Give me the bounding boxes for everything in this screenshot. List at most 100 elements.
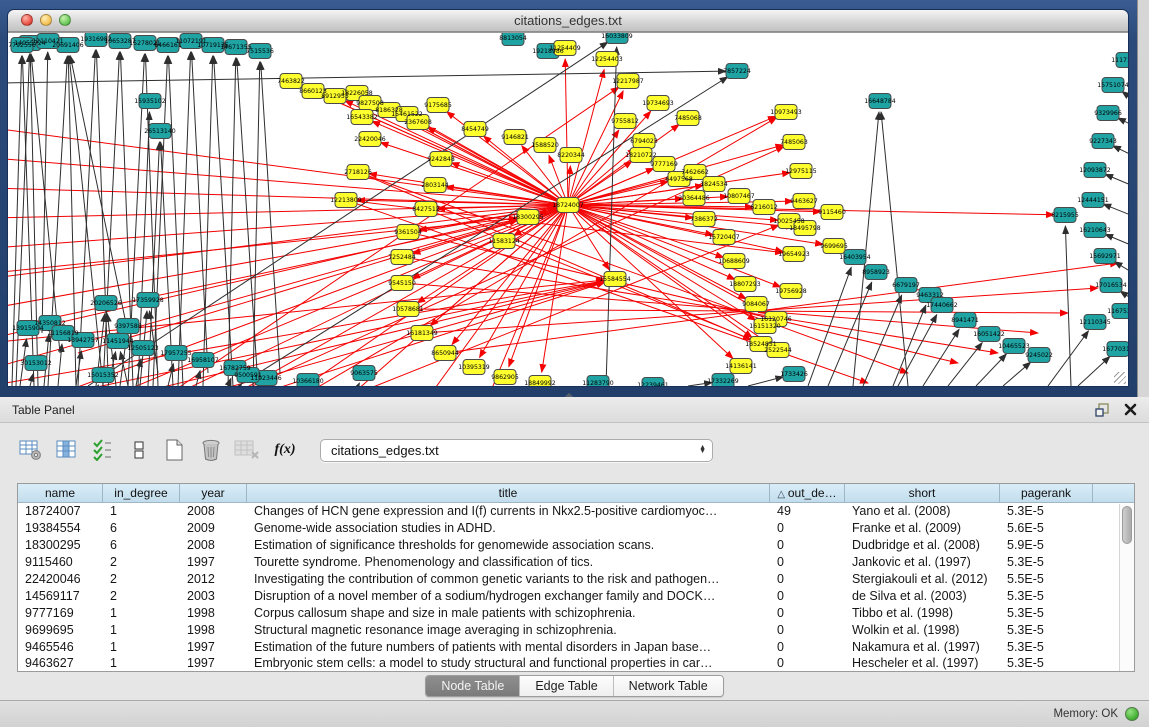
graph-edge[interactable] bbox=[31, 54, 60, 353]
graph-edge[interactable] bbox=[748, 377, 783, 386]
graph-edge[interactable] bbox=[12, 56, 22, 386]
column-header-title[interactable]: title bbox=[247, 484, 770, 502]
graph-edge[interactable] bbox=[1103, 204, 1128, 218]
cell-pagerank: 5.6E-5 bbox=[1000, 521, 1093, 535]
graph-edge[interactable] bbox=[1113, 146, 1128, 158]
new-table-icon[interactable] bbox=[160, 437, 190, 463]
cell-name: 9777169 bbox=[18, 606, 103, 620]
graph-edge[interactable] bbox=[30, 54, 38, 386]
graph-edge[interactable] bbox=[8, 188, 568, 205]
graph-edge[interactable] bbox=[8, 158, 568, 205]
graph-edge[interactable] bbox=[237, 58, 258, 386]
graph-edge[interactable] bbox=[1105, 174, 1128, 188]
network-canvas[interactable]: 1405572420691406193169821065328715278021… bbox=[8, 32, 1128, 386]
memory-status-indicator[interactable] bbox=[1125, 707, 1139, 721]
table-row[interactable]: 1938455462009Genome-wide association stu… bbox=[18, 520, 1134, 537]
table-row[interactable]: 1872400712008Changes of HCN gene express… bbox=[18, 503, 1134, 520]
graph-edge[interactable] bbox=[808, 267, 851, 386]
tab-node-table[interactable]: Node Table bbox=[426, 676, 519, 696]
column-header-in_degree[interactable]: in_degree bbox=[103, 484, 180, 502]
graph-edge[interactable] bbox=[214, 56, 233, 386]
graph-edge[interactable] bbox=[1048, 331, 1088, 386]
table-row[interactable]: 969969511998Structural magnetic resonanc… bbox=[18, 621, 1134, 638]
row-height-icon[interactable] bbox=[124, 437, 154, 463]
table-settings-icon[interactable] bbox=[16, 437, 46, 463]
delete-column-icon[interactable] bbox=[196, 437, 226, 463]
graph-edge[interactable] bbox=[976, 354, 1006, 386]
table-row[interactable]: 946554611997Estimation of the future num… bbox=[18, 638, 1134, 655]
column-header-short[interactable]: short bbox=[845, 484, 1000, 502]
graph-edge[interactable] bbox=[358, 383, 359, 386]
cell-short: Tibbo et al. (1998) bbox=[845, 606, 1000, 620]
graph-edge[interactable] bbox=[30, 374, 33, 386]
graph-edge[interactable] bbox=[203, 56, 213, 386]
graph-edge[interactable] bbox=[70, 56, 128, 333]
graph-edge[interactable] bbox=[261, 62, 280, 373]
graph-edge[interactable] bbox=[1122, 91, 1128, 103]
resize-grip[interactable] bbox=[1114, 372, 1126, 384]
graph-edge[interactable] bbox=[893, 305, 926, 386]
graph-node-label: 18849992 bbox=[524, 380, 556, 386]
table-row[interactable]: 977716911998Corpus callosum shape and si… bbox=[18, 604, 1134, 621]
graph-edge[interactable] bbox=[863, 295, 902, 386]
table-row[interactable]: 1456911722003Disruption of a novel membe… bbox=[18, 587, 1134, 604]
graph-edge[interactable] bbox=[42, 52, 48, 333]
column-header-name[interactable]: name bbox=[18, 484, 103, 502]
graph-edge[interactable] bbox=[48, 205, 568, 386]
graph-edge[interactable] bbox=[1003, 362, 1031, 386]
close-icon[interactable] bbox=[1124, 403, 1137, 416]
graph-edge[interactable] bbox=[1118, 118, 1128, 128]
cell-pagerank: 5.3E-5 bbox=[1000, 623, 1093, 637]
graph-node-label: 7386372 bbox=[690, 216, 718, 223]
graph-edge[interactable] bbox=[178, 52, 191, 386]
vertical-scrollbar[interactable] bbox=[1119, 504, 1134, 671]
graph-edge[interactable] bbox=[192, 52, 208, 373]
network-window-titlebar[interactable]: citations_edges.txt bbox=[8, 10, 1128, 32]
cell-pagerank: 5.3E-5 bbox=[1000, 640, 1093, 654]
graph-node-label: 19654923 bbox=[778, 251, 810, 258]
column-header-out_de[interactable]: △ out_de… bbox=[770, 484, 845, 502]
graph-edge[interactable] bbox=[8, 205, 568, 338]
table-row[interactable]: 1830029562008Estimation of significance … bbox=[18, 537, 1134, 554]
graph-node-label: 9175685 bbox=[424, 102, 452, 109]
tab-network-table[interactable]: Network Table bbox=[613, 676, 723, 696]
graph-edge[interactable] bbox=[881, 112, 908, 386]
graph-edge[interactable] bbox=[853, 112, 879, 386]
graph-edge[interactable] bbox=[1120, 291, 1128, 303]
graph-node-label: 7462662 bbox=[681, 169, 709, 176]
graph-node-label: 8941471 bbox=[951, 317, 979, 324]
citation-network-graph[interactable]: 1405572420691406193169821065328715278021… bbox=[8, 33, 1128, 386]
graph-edge[interactable] bbox=[228, 58, 236, 386]
scrollbar-thumb[interactable] bbox=[1122, 506, 1132, 544]
graph-node-label: 18807293 bbox=[729, 281, 761, 288]
table-row[interactable]: 946362711997Embryonic stem cells: a mode… bbox=[18, 655, 1134, 672]
graph-edge[interactable] bbox=[278, 282, 605, 386]
graph-edge[interactable] bbox=[1105, 234, 1128, 248]
graph-node-label: 17359928 bbox=[132, 297, 164, 304]
column-header-pagerank[interactable]: pagerank bbox=[1000, 484, 1093, 502]
table-row[interactable]: 2242004622012Investigating the contribut… bbox=[18, 571, 1134, 588]
graph-edge[interactable] bbox=[253, 62, 260, 386]
function-builder-icon[interactable]: f(x) bbox=[268, 437, 302, 463]
graph-edge[interactable] bbox=[16, 54, 30, 386]
cell-year: 2009 bbox=[180, 521, 247, 535]
cell-name: 19384554 bbox=[18, 521, 103, 535]
graph-edge[interactable] bbox=[565, 59, 568, 205]
float-window-icon[interactable] bbox=[1095, 403, 1110, 417]
graph-edge[interactable] bbox=[923, 329, 959, 386]
select-columns-icon[interactable] bbox=[52, 437, 82, 463]
column-header-year[interactable]: year bbox=[180, 484, 247, 502]
graph-node-label: 9755812 bbox=[611, 118, 639, 125]
graph-edge[interactable] bbox=[22, 56, 34, 386]
graph-edge[interactable] bbox=[1114, 262, 1128, 276]
tab-edge-table[interactable]: Edge Table bbox=[519, 676, 612, 696]
network-view-window[interactable]: citations_edges.txt 14055724206914061931… bbox=[8, 10, 1128, 386]
table-selector-dropdown[interactable]: citations_edges.txt ▲▼ bbox=[320, 439, 713, 462]
graph-node-label: 10688609 bbox=[718, 258, 750, 265]
graph-edge[interactable] bbox=[1078, 356, 1110, 386]
cell-short: Dudbridge et al. (2008) bbox=[845, 538, 1000, 552]
table-row[interactable]: 911546021997Tourette syndrome. Phenomeno… bbox=[18, 554, 1134, 571]
graph-edge[interactable] bbox=[948, 343, 982, 386]
select-rows-check-icon[interactable] bbox=[88, 437, 118, 463]
graph-edge[interactable] bbox=[542, 205, 568, 372]
